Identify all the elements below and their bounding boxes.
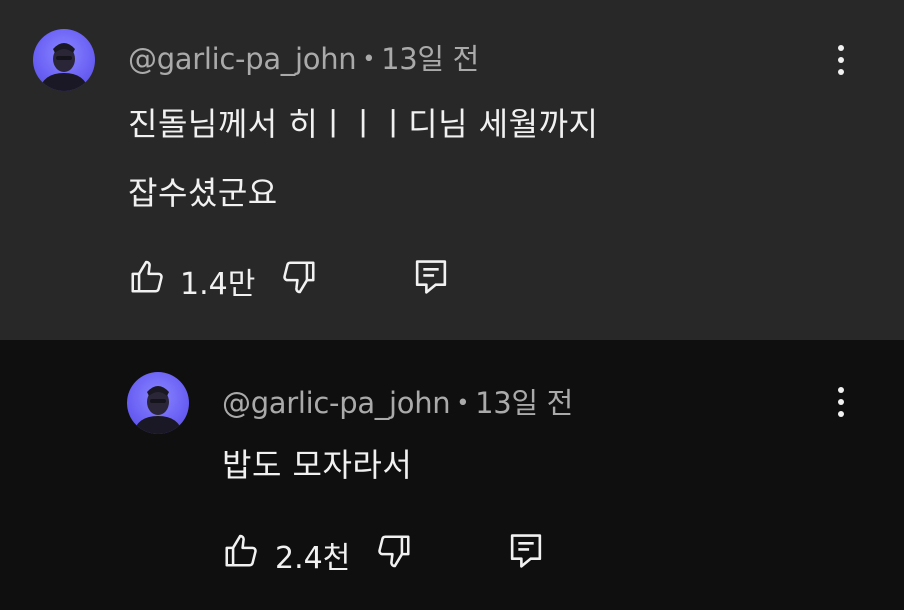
comment-text-line: 진돌님께서 히ㅣㅣㅣ디님 세월까지 [128, 105, 599, 143]
reply-comment-icon [415, 260, 447, 294]
comment-meta: @garlic-pa_john • 13일 전 [128, 36, 479, 78]
thumb-up-icon [131, 260, 163, 293]
reply-comment-icon [510, 534, 542, 568]
thumb-down-icon [378, 535, 410, 568]
more-options-button[interactable] [826, 380, 856, 424]
meta-separator: • [456, 391, 470, 416]
like-count: 1.4만 [180, 267, 256, 302]
more-options-button[interactable] [826, 38, 856, 82]
reply-button[interactable] [507, 531, 545, 575]
like-count: 2.4천 [275, 541, 351, 576]
dislike-button[interactable] [280, 258, 318, 300]
avatar[interactable] [127, 372, 189, 434]
like-button[interactable] [222, 532, 260, 574]
comment-text-line: 밥도 모자라서 [222, 446, 413, 484]
comment-reply: @garlic-pa_john • 13일 전 밥도 모자라서 2.4천 [0, 340, 904, 610]
comment-meta: @garlic-pa_john • 13일 전 [222, 380, 573, 422]
more-vertical-icon [838, 45, 844, 51]
author-name[interactable]: @garlic-pa_john [222, 386, 451, 420]
dislike-button[interactable] [375, 532, 413, 574]
comment-thread-top: @garlic-pa_john • 13일 전 진돌님께서 히ㅣㅣㅣ디님 세월까지 … [0, 0, 904, 340]
avatar-image [39, 43, 89, 91]
author-name[interactable]: @garlic-pa_john [128, 42, 357, 76]
avatar-image [133, 386, 183, 434]
avatar[interactable] [33, 29, 95, 91]
thumb-up-icon [225, 534, 257, 567]
more-vertical-icon [838, 387, 844, 393]
comment-time[interactable]: 13일 전 [475, 386, 573, 420]
comment-text-line: 잡수셨군요 [128, 174, 278, 212]
comment-time[interactable]: 13일 전 [381, 42, 479, 76]
like-button[interactable] [128, 258, 166, 300]
thumb-down-icon [283, 261, 315, 294]
meta-separator: • [362, 47, 376, 72]
reply-button[interactable] [412, 257, 450, 301]
